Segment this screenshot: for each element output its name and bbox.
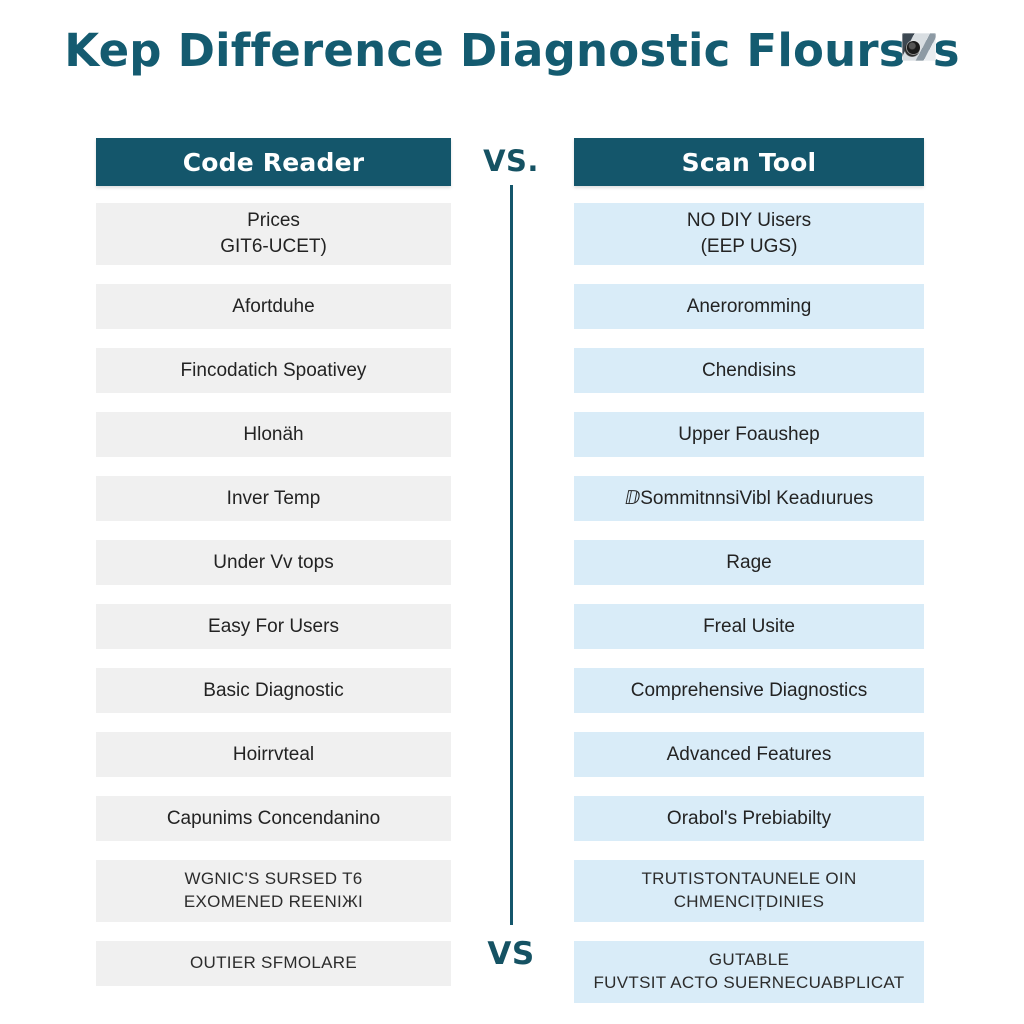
- row-label-line2: GIT6-UCET): [220, 236, 327, 257]
- comparison-row: Aneroromming: [574, 284, 924, 329]
- comparison-infographic: Kep Difference Diagnostic Flours s VS. VS…: [0, 0, 1024, 1024]
- comparison-row: Prices GIT6-UCET): [96, 203, 451, 265]
- comparison-row: Inver Temp: [96, 476, 451, 521]
- comparison-row: Easy For Users: [96, 604, 451, 649]
- comparison-row: Hoirrvteal: [96, 732, 451, 777]
- column-scan-tool: Scan Tool NO DIY Uisers (EEP UGS) Anerorom…: [574, 138, 924, 1022]
- row-label-line1: ⅅSommitnnsiVibl Keadıurues: [624, 487, 874, 509]
- row-label-line2: EXOMENED REENIЖI: [183, 892, 364, 911]
- comparison-row: TRUTISTONTAUNELE OIN CHMENCIȚDINIES: [574, 860, 924, 922]
- comparison-row: Afortduhe: [96, 284, 451, 329]
- row-label-line1: Chendisins: [702, 359, 796, 381]
- row-label-line1: Rage: [726, 551, 772, 573]
- row-label-line2: FUVTSIT ACTO SUERNECUABPLICAT: [593, 973, 905, 992]
- comparison-row: Orabol's Prebiabilty: [574, 796, 924, 841]
- row-label-line1: Hlonäh: [243, 423, 304, 445]
- row-label-line1: TRUTISTONTAUNELE OIN: [641, 869, 857, 889]
- vs-label-top: VS.: [483, 144, 539, 178]
- comparison-row: Upper Foaushep: [574, 412, 924, 457]
- page-title: Kep Difference Diagnostic Flours s: [0, 28, 1024, 73]
- column-header-scan-tool: Scan Tool: [574, 138, 924, 186]
- vs-label-bottom: VS: [487, 936, 535, 972]
- row-label-line2: (EEP UGS): [700, 236, 798, 257]
- comparison-row: WGNIC'S SURSED T6 EXOMENED REENIЖI: [96, 860, 451, 922]
- column-header-code-reader: Code Reader: [96, 138, 451, 186]
- row-label-line1: Aneroromming: [686, 295, 812, 317]
- left-row-list: Prices GIT6-UCET) Afortduhe Fincodatich Spo…: [96, 203, 451, 986]
- row-label-line1: Capunims Concendanino: [166, 807, 381, 829]
- row-label-line1: Under Vv tops: [213, 551, 334, 573]
- row-label-line1: Inver Temp: [226, 487, 321, 509]
- row-label-line1: Basic Diagnostic: [203, 679, 344, 701]
- row-label-line1: OUTIER SFMOLARE: [190, 953, 357, 973]
- row-label-line1: Orabol's Prebiabilty: [666, 807, 832, 829]
- comparison-row: ⅅSommitnnsiVibl Keadıurues: [574, 476, 924, 521]
- comparison-row: Capunims Concendanino: [96, 796, 451, 841]
- comparison-row: Under Vv tops: [96, 540, 451, 585]
- row-label-line2: CHMENCIȚDINIES: [673, 892, 825, 911]
- comparison-row: Advanced Features: [574, 732, 924, 777]
- comparison-row: OUTIER SFMOLARE: [96, 941, 451, 986]
- comparison-row: Comprehensive Diagnostics: [574, 668, 924, 713]
- row-label-line1: Afortduhe: [232, 295, 315, 317]
- row-label-line1: Easy For Users: [208, 615, 339, 637]
- column-code-reader: Code Reader Prices GIT6-UCET) Afortduhe Fin…: [96, 138, 451, 1005]
- right-row-list: NO DIY Uisers (EEP UGS) Aneroromming Chendi…: [574, 203, 924, 1003]
- comparison-row: NO DIY Uisers (EEP UGS): [574, 203, 924, 265]
- scan-tool-photo-icon: [901, 32, 936, 61]
- row-label-line1: Fincodatich Spoativey: [180, 359, 367, 381]
- comparison-row: Rage: [574, 540, 924, 585]
- comparison-row: Freal Usite: [574, 604, 924, 649]
- row-label-line1: GUTABLE: [708, 950, 790, 970]
- comparison-row: Chendisins: [574, 348, 924, 393]
- row-label-line1: Comprehensive Diagnostics: [630, 679, 868, 701]
- comparison-row: Basic Diagnostic: [96, 668, 451, 713]
- row-label-line1: Advanced Features: [666, 743, 832, 765]
- row-label-line1: Hoirrvteal: [232, 743, 315, 765]
- comparison-row: Fincodatich Spoativey: [96, 348, 451, 393]
- row-label-line1: Freal Usite: [703, 615, 795, 637]
- row-label-line1: Upper Foaushep: [678, 423, 820, 445]
- comparison-row: GUTABLE FUVTSIT ACTO SUERNECUABPLICAT: [574, 941, 924, 1003]
- row-label-line1: WGNIC'S SURSED T6: [184, 869, 363, 889]
- row-label-line1: NO DIY Uisers: [686, 210, 812, 232]
- page-title-text: Kep Difference Diagnostic Flours: [64, 24, 906, 77]
- comparison-row: Hlonäh: [96, 412, 451, 457]
- row-label-line1: Prices: [247, 210, 300, 232]
- center-divider: [510, 185, 513, 925]
- page-title-suffix: s: [932, 24, 960, 77]
